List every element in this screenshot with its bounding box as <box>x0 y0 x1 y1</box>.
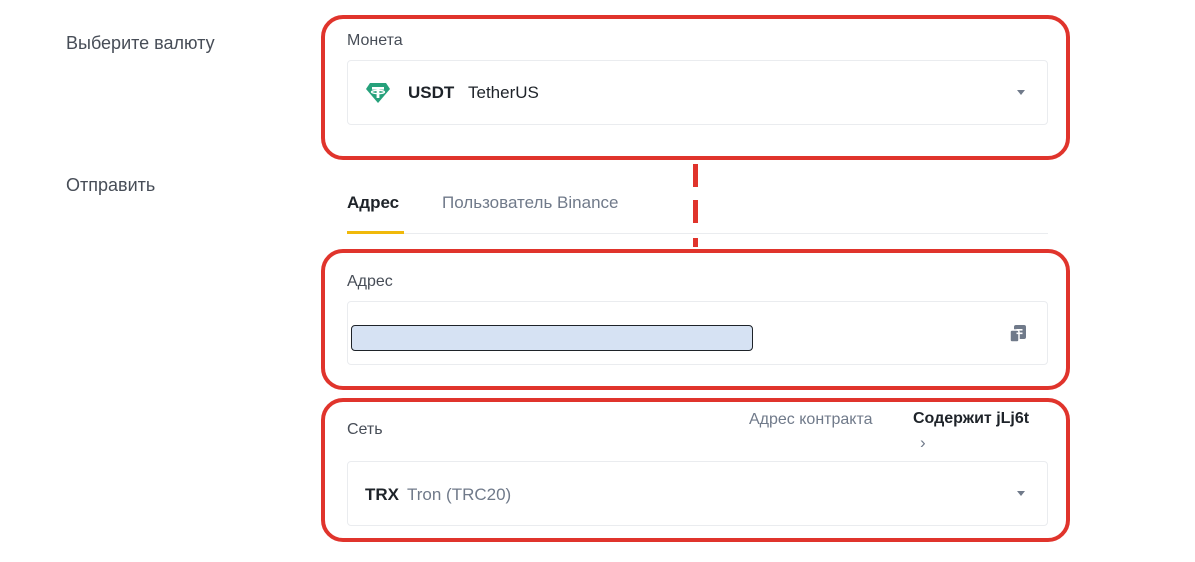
coin-name: TetherUS <box>468 83 539 102</box>
coin-select[interactable]: USDT TetherUS <box>347 60 1048 125</box>
chevron-down-icon <box>1017 90 1025 95</box>
network-symbol: TRX <box>365 485 399 504</box>
chevron-down-icon <box>1017 491 1025 496</box>
coin-symbol: USDT <box>408 83 455 102</box>
address-input[interactable] <box>347 301 1048 365</box>
paste-icon[interactable] <box>1008 324 1028 344</box>
contract-value[interactable]: Содержит jLj6t <box>913 410 1029 428</box>
address-label: Адрес <box>347 273 393 290</box>
network-label: Сеть <box>347 421 383 438</box>
coin-label: Монета <box>347 32 403 49</box>
address-redacted-value <box>351 325 753 351</box>
connector-dash <box>693 200 698 223</box>
connector-dash <box>693 164 698 187</box>
contract-address-link[interactable]: Адрес контракта <box>749 411 873 429</box>
connector-dash <box>693 238 698 247</box>
send-label: Отправить <box>66 175 156 195</box>
network-select[interactable]: TRX Tron (TRC20) <box>347 461 1048 526</box>
active-tab-indicator <box>347 231 404 234</box>
tabs-divider <box>347 233 1048 234</box>
tether-icon <box>365 82 391 104</box>
select-currency-label: Выберите валюту <box>66 33 215 53</box>
network-name: Tron (TRC20) <box>407 485 512 504</box>
tab-binance-user[interactable]: Пользователь Binance <box>442 193 618 213</box>
tab-address[interactable]: Адрес <box>347 193 399 213</box>
chevron-right-icon: › <box>920 433 926 452</box>
